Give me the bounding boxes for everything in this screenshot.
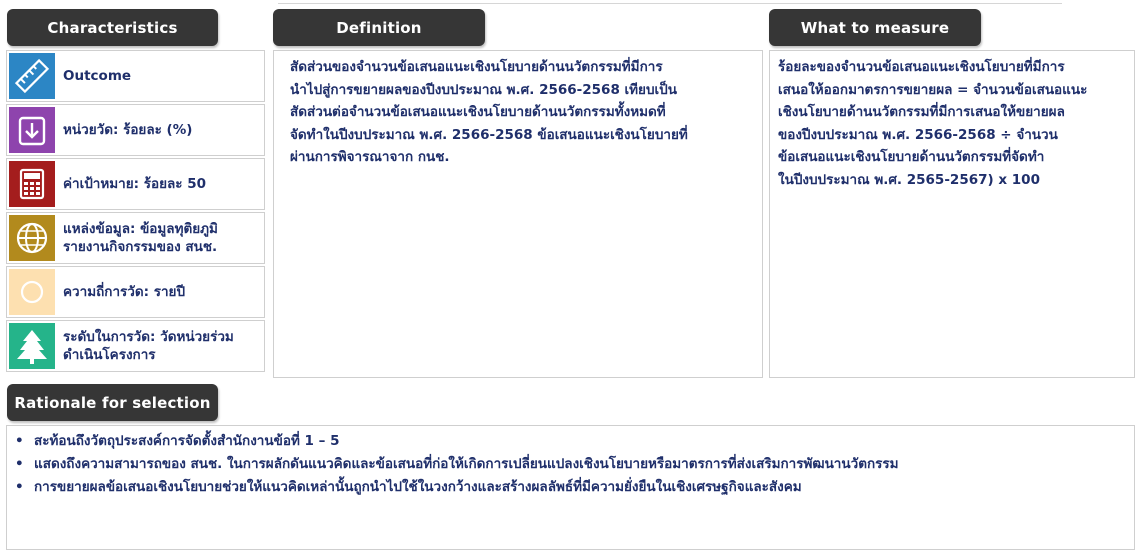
rationale-text: สะท้อนถึงวัตถุประสงค์การจัดตั้งสำนักงานข…: [34, 433, 340, 449]
characteristic-label: หน่วยวัด: ร้อยละ (%): [63, 122, 193, 138]
characteristics-header: Characteristics: [7, 9, 218, 46]
characteristic-outcome: Outcome: [6, 50, 265, 102]
definition-panel: สัดส่วนของจำนวนข้อเสนอแนะเชิงนโยบายด้านน…: [273, 50, 763, 378]
rationale-panel: • สะท้อนถึงวัตถุประสงค์การจัดตั้งสำนักงา…: [6, 425, 1135, 550]
characteristic-target: ค่าเป้าหมาย: ร้อยละ 50: [6, 158, 265, 210]
calculator-icon: [9, 161, 55, 207]
characteristic-label: แหล่งข้อมูล: ข้อมูลทุติยภูมิ รายงานกิจกร…: [63, 221, 218, 255]
characteristics-list: Outcome หน่วยวัด: ร้อยละ (%) ค่าเป้าหมาย…: [6, 50, 265, 374]
bullet: •: [15, 433, 24, 449]
rationale-text: แสดงถึงความสามารถของ สนช. ในการผลักดันแน…: [34, 456, 899, 472]
characteristic-label: ค่าเป้าหมาย: ร้อยละ 50: [63, 176, 207, 192]
rationale-item: • สะท้อนถึงวัตถุประสงค์การจัดตั้งสำนักงา…: [15, 430, 1134, 453]
what-to-measure-header: What to measure: [769, 9, 981, 46]
rationale-text: การขยายผลข้อเสนอเชิงนโยบายช่วยให้แนวคิดเ…: [34, 479, 802, 495]
top-divider: [278, 3, 1062, 4]
characteristic-frequency: ความถี่การวัด: รายปี: [6, 266, 265, 318]
characteristic-data-source: แหล่งข้อมูล: ข้อมูลทุติยภูมิ รายงานกิจกร…: [6, 212, 265, 264]
definition-header: Definition: [273, 9, 485, 46]
characteristic-label: ความถี่การวัด: รายปี: [63, 284, 186, 300]
bullet: •: [15, 456, 24, 472]
characteristic-label: Outcome: [63, 68, 132, 84]
characteristic-level: ระดับในการวัด: วัดหน่วยร่วม ดำเนินโครงกา…: [6, 320, 265, 372]
globe-icon: [9, 215, 55, 261]
characteristic-unit: หน่วยวัด: ร้อยละ (%): [6, 104, 265, 156]
characteristic-label: ระดับในการวัด: วัดหน่วยร่วม ดำเนินโครงกา…: [63, 329, 234, 363]
what-to-measure-panel: ร้อยละของจำนวนข้อเสนอแนะเชิงนโยบายที่มีก…: [769, 50, 1135, 378]
circle-icon: [9, 269, 55, 315]
tree-icon: [9, 323, 55, 369]
download-arrow-icon: [9, 107, 55, 153]
what-to-measure-text: ร้อยละของจำนวนข้อเสนอแนะเชิงนโยบายที่มีก…: [778, 59, 1088, 188]
rationale-header: Rationale for selection: [7, 384, 218, 421]
definition-text: สัดส่วนของจำนวนข้อเสนอแนะเชิงนโยบายด้านน…: [290, 59, 688, 165]
bullet: •: [15, 479, 24, 495]
rationale-item: • แสดงถึงความสามารถของ สนช. ในการผลักดัน…: [15, 453, 1134, 476]
ruler-icon: [9, 53, 55, 99]
rationale-item: • การขยายผลข้อเสนอเชิงนโยบายช่วยให้แนวคิ…: [15, 476, 1134, 499]
